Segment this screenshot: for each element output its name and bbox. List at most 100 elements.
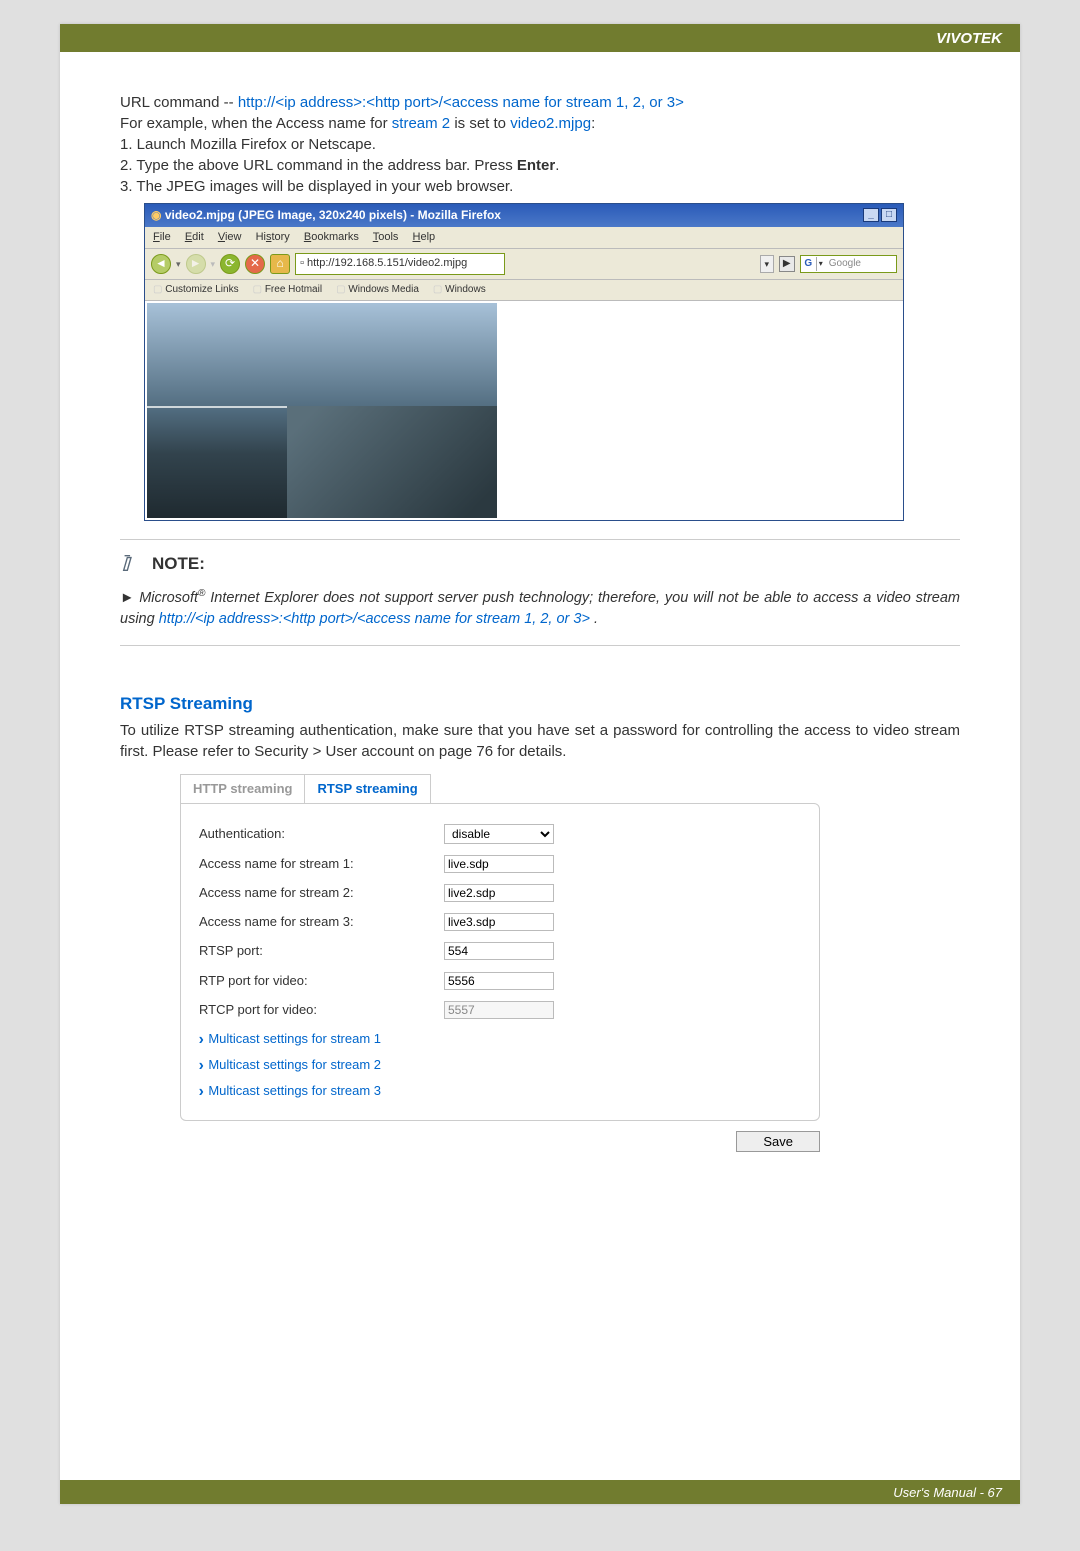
urlcmd-step2c: .: [555, 157, 559, 174]
page-header: VIVOTEK: [60, 24, 1020, 52]
note-text-a: Microsoft: [139, 590, 198, 606]
menu-file[interactable]: File: [153, 231, 171, 243]
expand-multicast-2[interactable]: Multicast settings for stream 2: [199, 1056, 801, 1074]
bookmark-customize[interactable]: Customize Links: [153, 283, 239, 297]
expand-multicast-1[interactable]: Multicast settings for stream 1: [199, 1030, 801, 1048]
rtsp-panel: Authentication: disable Access name for …: [180, 803, 820, 1122]
stop-button[interactable]: ✕: [245, 254, 265, 274]
search-dropdown-icon[interactable]: ▾: [817, 258, 825, 269]
note-body: ► Microsoft® Internet Explorer does not …: [120, 587, 960, 628]
rtsp-paragraph: To utilize RTSP streaming authentication…: [120, 720, 960, 762]
urlcmd-step1: 1. Launch Mozilla Firefox or Netscape.: [120, 136, 376, 153]
forward-button[interactable]: ►: [186, 254, 206, 274]
menu-tools[interactable]: Tools: [373, 231, 399, 243]
firefox-titlebar: ◉ video2.mjpg (JPEG Image, 320x240 pixel…: [145, 204, 903, 227]
rtp-port-input[interactable]: [444, 972, 554, 990]
bookmark-windows[interactable]: Windows: [433, 283, 486, 297]
row-stream3: Access name for stream 3:: [199, 913, 801, 931]
auth-label: Authentication:: [199, 825, 444, 843]
window-controls: _ □: [863, 208, 897, 222]
tabs: HTTP streaming RTSP streaming: [180, 774, 820, 803]
note-heading-text: NOTE:: [152, 552, 205, 576]
urlcmd-step3: 3. The JPEG images will be displayed in …: [120, 178, 513, 195]
row-stream2: Access name for stream 2:: [199, 884, 801, 902]
page-footer: User's Manual - 67: [60, 1480, 1020, 1504]
row-rtp-port: RTP port for video:: [199, 972, 801, 990]
jpeg-image: [147, 303, 497, 518]
rtcp-port-input: [444, 1001, 554, 1019]
chevron-right-icon: [199, 1030, 203, 1048]
urlcmd-url: http://<ip address>:<http port>/<access …: [238, 94, 684, 111]
tab-http-streaming[interactable]: HTTP streaming: [180, 774, 305, 803]
stream3-input[interactable]: [444, 913, 554, 931]
expand-multicast-3[interactable]: Multicast settings for stream 3: [199, 1082, 801, 1100]
reload-button[interactable]: ⟳: [220, 254, 240, 274]
menu-history[interactable]: History: [256, 231, 290, 243]
menu-view[interactable]: View: [218, 231, 242, 243]
urlcmd-eg-b: is set to: [450, 115, 510, 132]
content-area: URL command -- http://<ip address>:<http…: [60, 52, 1020, 1172]
search-placeholder: Google: [825, 257, 896, 271]
google-icon: G: [801, 257, 817, 271]
stream2-input[interactable]: [444, 884, 554, 902]
url-command-block: URL command -- http://<ip address>:<http…: [120, 92, 960, 197]
stream1-input[interactable]: [444, 855, 554, 873]
multicast-2-label: Multicast settings for stream 2: [208, 1056, 381, 1074]
back-button[interactable]: ◄: [151, 254, 171, 274]
firefox-menubar[interactable]: File Edit View History Bookmarks Tools H…: [145, 227, 903, 249]
row-rtcp-port: RTCP port for video:: [199, 1001, 801, 1019]
page-icon: ▫: [300, 256, 304, 271]
row-rtsp-port: RTSP port:: [199, 942, 801, 960]
address-bar-url: http://192.168.5.151/video2.mjpg: [307, 256, 467, 271]
firefox-title: ◉ video2.mjpg (JPEG Image, 320x240 pixel…: [151, 207, 501, 224]
urlcmd-eg-stream: stream 2: [392, 115, 450, 132]
tab-rtsp-streaming[interactable]: RTSP streaming: [305, 774, 430, 803]
note-text-url: http://<ip address>:<http port>/<access …: [159, 611, 590, 627]
note-heading: NOTE:: [120, 552, 960, 576]
menu-help[interactable]: Help: [413, 231, 436, 243]
pencil-icon: [120, 552, 142, 574]
search-box[interactable]: G ▾ Google: [800, 255, 897, 273]
rtsp-port-label: RTSP port:: [199, 942, 444, 960]
address-dropdown-icon[interactable]: ▾: [760, 255, 774, 273]
bookmark-hotmail[interactable]: Free Hotmail: [253, 283, 322, 297]
rtp-port-label: RTP port for video:: [199, 972, 444, 990]
menu-edit[interactable]: Edit: [185, 231, 204, 243]
row-authentication: Authentication: disable: [199, 824, 801, 844]
urlcmd-eg-name: video2.mjpg: [510, 115, 591, 132]
brand-text: VIVOTEK: [936, 30, 1002, 47]
bookmark-wmedia[interactable]: Windows Media: [336, 283, 419, 297]
menu-bookmarks[interactable]: Bookmarks: [304, 231, 359, 243]
auth-select[interactable]: disable: [444, 824, 554, 844]
urlcmd-eg-a: For example, when the Access name for: [120, 115, 392, 132]
minimize-icon[interactable]: _: [863, 208, 879, 222]
back-dropdown-icon[interactable]: ▾: [176, 258, 181, 271]
stream2-label: Access name for stream 2:: [199, 884, 444, 902]
multicast-1-label: Multicast settings for stream 1: [208, 1030, 381, 1048]
row-stream1: Access name for stream 1:: [199, 855, 801, 873]
note-arrow: ►: [120, 590, 134, 606]
stream1-label: Access name for stream 1:: [199, 855, 444, 873]
chevron-right-icon: [199, 1056, 203, 1074]
footer-text: User's Manual - 67: [893, 1485, 1002, 1500]
firefox-window: ◉ video2.mjpg (JPEG Image, 320x240 pixel…: [144, 203, 904, 521]
note-text-c: .: [590, 611, 598, 627]
forward-dropdown-icon[interactable]: ▾: [211, 258, 216, 271]
rtcp-port-label: RTCP port for video:: [199, 1001, 444, 1019]
home-button[interactable]: ⌂: [270, 254, 290, 274]
urlcmd-prefix: URL command --: [120, 94, 238, 111]
urlcmd-eg-c: :: [591, 115, 595, 132]
rtsp-heading: RTSP Streaming: [120, 692, 960, 716]
maximize-icon[interactable]: □: [881, 208, 897, 222]
firefox-bookmarks-bar: Customize Links Free Hotmail Windows Med…: [145, 280, 903, 301]
urlcmd-step2a: 2. Type the above URL command in the add…: [120, 157, 517, 174]
save-button[interactable]: Save: [736, 1131, 820, 1152]
urlcmd-step2b: Enter: [517, 157, 555, 174]
address-bar[interactable]: ▫ http://192.168.5.151/video2.mjpg: [295, 253, 505, 274]
rtsp-port-input[interactable]: [444, 942, 554, 960]
chevron-right-icon: [199, 1082, 203, 1100]
save-row: Save: [180, 1131, 820, 1152]
page: VIVOTEK URL command -- http://<ip addres…: [60, 24, 1020, 1504]
go-button[interactable]: ▶: [779, 256, 795, 272]
settings-panel: HTTP streaming RTSP streaming Authentica…: [180, 774, 820, 1122]
